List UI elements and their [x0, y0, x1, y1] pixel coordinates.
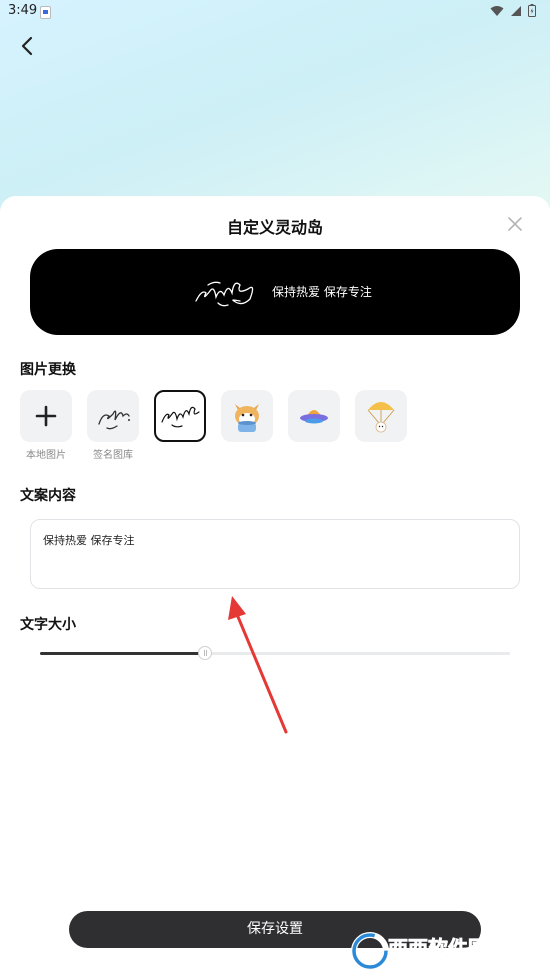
shiba-dog-icon [235, 404, 259, 432]
signature-icon [161, 406, 200, 428]
customize-sheet: 自定义灵动岛 保持热爱 保存专注 图片更换 本地图片 签名图库 文案内容 保持热… [0, 196, 550, 978]
signal-icon [511, 5, 521, 16]
slider-fill [40, 652, 205, 655]
status-time: 3:49 [8, 3, 38, 18]
local-image-option[interactable] [20, 390, 72, 442]
text-section-title: 文案内容 [20, 488, 76, 504]
watermark-site: CR173.COM [408, 962, 467, 972]
watermark-brand: 西西软件园 [388, 936, 488, 960]
signature-gallery-label: 签名图库 [93, 450, 133, 461]
ufo-option[interactable] [288, 390, 340, 442]
shiba-dog-option[interactable] [221, 390, 273, 442]
wifi-icon [490, 5, 504, 16]
signature-icon [98, 410, 130, 430]
signature-icon [195, 281, 254, 307]
battery-icon [528, 4, 536, 17]
status-icons [490, 4, 536, 17]
local-image-label: 本地图片 [26, 450, 66, 461]
text-content-input[interactable]: 保持热爱 保存专注 [30, 519, 520, 589]
slider-thumb[interactable] [197, 646, 212, 660]
image-options: 本地图片 签名图库 [20, 390, 540, 470]
preview-text: 保持热爱 保存专注 [272, 285, 372, 299]
size-section-title: 文字大小 [20, 617, 76, 633]
watermark-logo: 西西软件园 CR173.COM [351, 932, 488, 972]
annotation-arrow-icon [228, 596, 288, 734]
sheet-title: 自定义灵动岛 [226, 218, 323, 237]
parachute-icon [367, 402, 395, 433]
text-content-value: 保持热爱 保存专注 [43, 534, 135, 547]
ufo-icon [300, 410, 328, 424]
signature-gallery-option[interactable] [87, 390, 139, 442]
plus-icon [35, 405, 57, 427]
status-bar: 3:49 [0, 0, 550, 24]
signature-image-option-selected[interactable] [154, 390, 206, 442]
notification-app-icon [40, 6, 51, 19]
dynamic-island-preview: 保持热爱 保存专注 [30, 249, 520, 335]
close-icon[interactable] [505, 214, 525, 234]
back-arrow-icon[interactable] [14, 32, 42, 60]
parachute-option[interactable] [355, 390, 407, 442]
image-section-title: 图片更换 [20, 362, 76, 378]
